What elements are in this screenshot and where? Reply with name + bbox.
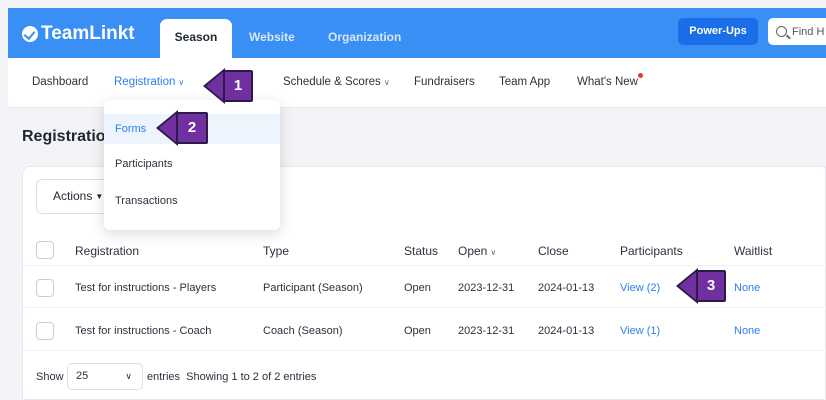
divider [23, 350, 826, 351]
chevron-down-icon: ∨ [383, 78, 390, 87]
top-bar: TeamLinkt Season Website Organization Po… [8, 8, 826, 58]
search-placeholder: Find H [792, 25, 825, 38]
nav-whats-new[interactable]: What's New [577, 73, 643, 88]
header-open[interactable]: Open ∨ [458, 244, 496, 258]
notification-dot [638, 73, 643, 78]
nav-registration[interactable]: Registration ∨ [114, 76, 184, 88]
teamlinkt-logo[interactable]: TeamLinkt [22, 23, 135, 45]
divider [23, 307, 826, 308]
callout-number: 2 [176, 112, 208, 144]
cell-status: Open [404, 325, 431, 337]
divider [23, 265, 826, 266]
tab-website[interactable]: Website [249, 30, 295, 44]
search-input[interactable]: Find H [768, 18, 826, 45]
waitlist-link[interactable]: None [734, 282, 760, 294]
cell-close: 2024-01-13 [538, 282, 595, 294]
power-ups-button[interactable]: Power-Ups [678, 18, 758, 45]
view-participants-link[interactable]: View (2) [620, 282, 660, 294]
chevron-down-icon: ∨ [125, 371, 132, 381]
tab-season[interactable]: Season [160, 19, 232, 58]
waitlist-link[interactable]: None [734, 325, 760, 337]
chevron-down-icon: ∨ [178, 78, 185, 87]
search-icon [776, 26, 787, 37]
nav-team-app[interactable]: Team App [499, 76, 550, 88]
nav-fundraisers[interactable]: Fundraisers [414, 76, 475, 88]
cell-status: Open [404, 282, 431, 294]
header-status[interactable]: Status [404, 244, 438, 258]
menu-item-transactions[interactable]: Transactions [104, 186, 280, 216]
row-checkbox[interactable] [36, 322, 54, 340]
brand-name: TeamLinkt [41, 23, 135, 44]
page-title: Registration [22, 128, 116, 145]
nav-schedule-scores[interactable]: Schedule & Scores ∨ [283, 76, 390, 88]
caret-down-icon: ▼ [95, 192, 104, 202]
arrow-tip [676, 268, 698, 304]
cell-type: Coach (Season) [263, 325, 343, 337]
arrow-tip [156, 110, 178, 146]
menu-item-participants[interactable]: Participants [104, 149, 280, 179]
arrow-tip [203, 68, 225, 104]
show-label: Show [36, 371, 64, 383]
header-participants[interactable]: Participants [620, 244, 683, 258]
cell-registration[interactable]: Test for instructions - Coach [75, 325, 211, 337]
select-all-checkbox[interactable] [36, 241, 54, 259]
chevron-down-icon: ∨ [490, 248, 497, 257]
view-participants-link[interactable]: View (1) [620, 325, 660, 337]
header-waitlist[interactable]: Waitlist [734, 244, 772, 258]
cell-open: 2023-12-31 [458, 282, 515, 294]
cell-open: 2023-12-31 [458, 325, 515, 337]
page-size-select[interactable]: 25 ∨ [67, 363, 143, 390]
header-registration[interactable]: Registration [75, 244, 139, 258]
nav-dashboard[interactable]: Dashboard [32, 76, 88, 88]
tab-organization[interactable]: Organization [328, 30, 401, 44]
cell-registration[interactable]: Test for instructions - Players [75, 282, 216, 294]
header-type[interactable]: Type [263, 244, 289, 258]
cell-close: 2024-01-13 [538, 325, 595, 337]
row-checkbox[interactable] [36, 279, 54, 297]
entries-info: entries Showing 1 to 2 of 2 entries [147, 371, 317, 383]
callout-number: 1 [223, 70, 253, 102]
header-close[interactable]: Close [538, 244, 569, 258]
cell-type: Participant (Season) [263, 282, 363, 294]
check-badge-icon [22, 26, 38, 42]
callout-number: 3 [696, 270, 726, 302]
